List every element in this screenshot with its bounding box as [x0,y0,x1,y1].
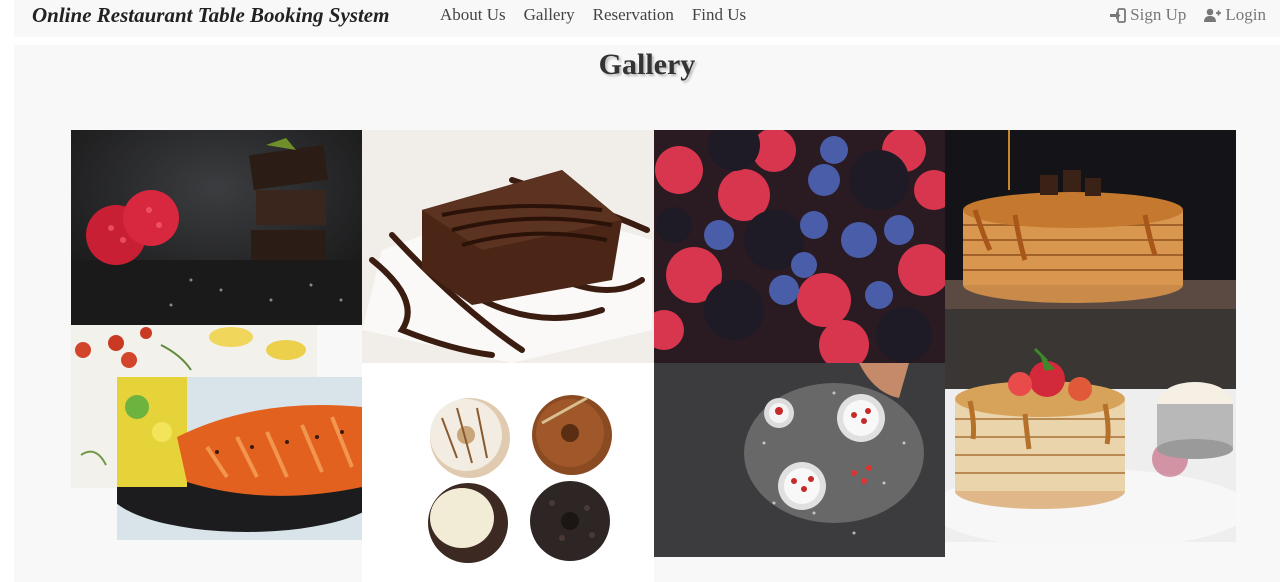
sign-up-link[interactable]: Sign Up [1109,5,1186,25]
gallery-image-fruit-bowls-on-slate[interactable] [654,363,945,557]
navbar: Online Restaurant Table Booking System A… [14,0,1280,37]
nav-auth: Sign Up Login [1109,5,1266,25]
sign-up-label: Sign Up [1130,5,1187,24]
sign-in-icon [1110,7,1127,23]
gallery-image-caramel-pancakes[interactable] [945,130,1236,309]
gallery-image-glazed-donuts[interactable] [362,363,654,582]
gallery-image-strawberry-pancakes[interactable] [945,309,1236,542]
login-label: Login [1225,5,1266,24]
nav-link-gallery[interactable]: Gallery [524,5,575,25]
nav-link-reservation[interactable]: Reservation [593,5,674,25]
gallery-section: Gallery [14,45,1280,582]
page-title: Gallery [598,48,696,81]
gallery-image-chocolate-brownie[interactable] [362,130,654,363]
gallery-image-grilled-salmon[interactable] [117,377,362,540]
user-plus-icon [1204,8,1222,22]
nav-link-find-us[interactable]: Find Us [692,5,746,25]
nav-links: About Us Gallery Reservation Find Us [440,5,746,25]
nav-link-about-us[interactable]: About Us [440,5,506,25]
login-link[interactable]: Login [1204,5,1266,25]
brand-title[interactable]: Online Restaurant Table Booking System [32,3,389,28]
gallery-image-mixed-berries[interactable] [654,130,945,363]
gallery-image-raspberries-chocolate[interactable] [71,130,362,325]
